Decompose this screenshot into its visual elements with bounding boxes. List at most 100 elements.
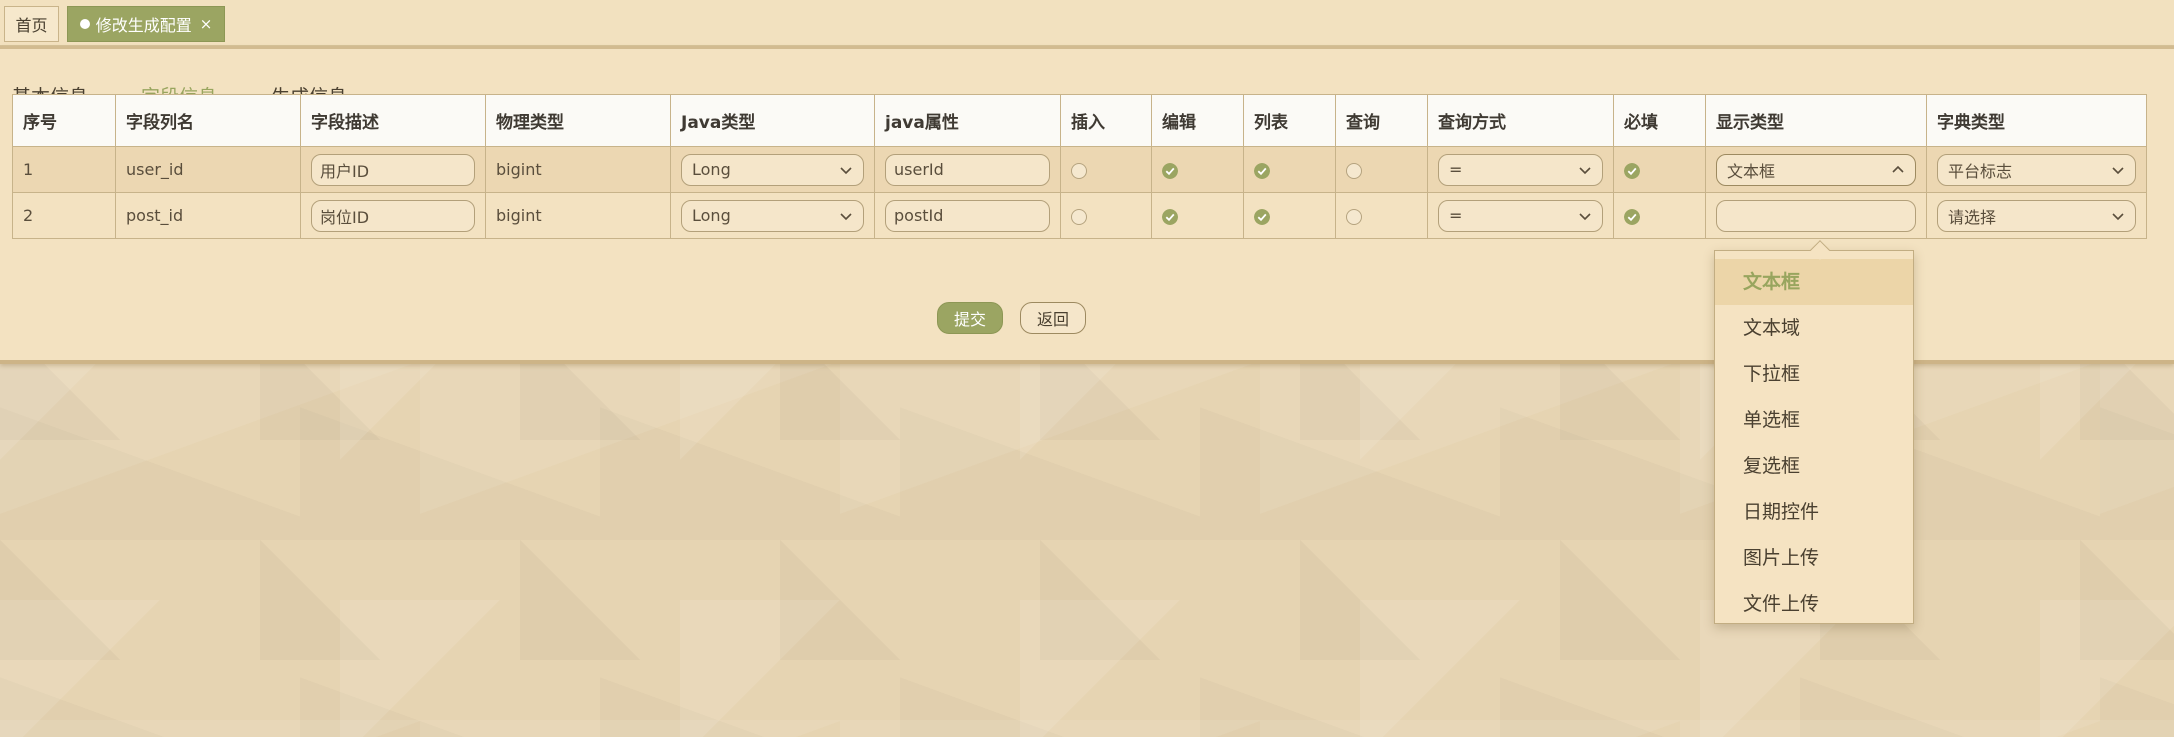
java-type-select[interactable]: Long: [681, 153, 864, 186]
dropdown-option[interactable]: 文本域: [1715, 305, 1913, 351]
chevron-down-icon: [840, 166, 852, 174]
check-circle-icon[interactable]: [1254, 162, 1270, 179]
cell-index: 1: [12, 146, 116, 193]
cell-desc: 用户ID: [300, 146, 486, 193]
dropdown-option[interactable]: 下拉框: [1715, 351, 1913, 397]
cell-java-type: Long: [670, 192, 875, 239]
cell-insert: [1060, 146, 1152, 193]
chevron-down-icon: [1579, 166, 1591, 174]
header-query-type: 查询方式: [1427, 94, 1614, 147]
display-type-value: 文本框: [1727, 161, 1776, 181]
header-physical: 物理类型: [485, 94, 671, 147]
dict-type-value: 平台标志: [1948, 161, 2013, 181]
header-desc: 字段描述: [300, 94, 486, 147]
desc-input[interactable]: 用户ID: [311, 153, 475, 186]
check-circle-icon[interactable]: [1254, 208, 1270, 225]
header-list: 列表: [1243, 94, 1336, 147]
cell-edit: [1151, 192, 1244, 239]
dict-type-select[interactable]: 平台标志: [1937, 153, 2136, 186]
chevron-up-icon: [1892, 165, 1904, 173]
chevron-down-icon: [2112, 166, 2124, 174]
cell-physical: bigint: [485, 146, 671, 193]
dropdown-option[interactable]: 日期控件: [1715, 489, 1913, 535]
desc-input[interactable]: 岗位ID: [311, 199, 475, 232]
java-field-input[interactable]: postId: [885, 199, 1050, 232]
header-display-type: 显示类型: [1705, 94, 1927, 147]
cell-desc: 岗位ID: [300, 192, 486, 239]
cell-java-field: postId: [874, 192, 1061, 239]
dropdown-option[interactable]: 文件上传: [1715, 581, 1913, 627]
cell-list: [1243, 192, 1336, 239]
java-type-value: Long: [692, 160, 731, 179]
tab-edit-gen-config[interactable]: 修改生成配置 ×: [67, 6, 225, 42]
cell-index: 2: [12, 192, 116, 239]
header-java-type: Java类型: [670, 94, 875, 147]
cell-column: user_id: [115, 146, 301, 193]
dropdown-option[interactable]: 文本框: [1715, 259, 1913, 305]
chevron-down-icon: [840, 212, 852, 220]
cell-java-type: Long: [670, 146, 875, 193]
header-index: 序号: [12, 94, 116, 147]
submit-button[interactable]: 提交: [937, 302, 1003, 334]
header-column: 字段列名: [115, 94, 301, 147]
tab-home[interactable]: 首页: [4, 6, 59, 42]
active-dot-icon: [79, 19, 90, 29]
cell-dict-type: 平台标志: [1926, 146, 2147, 193]
dropdown-option[interactable]: 图片上传: [1715, 535, 1913, 581]
cell-edit: [1151, 146, 1244, 193]
tab-active-label: 修改生成配置: [95, 16, 192, 35]
header-query: 查询: [1335, 94, 1428, 147]
tab-home-label: 首页: [15, 16, 48, 35]
table-row: 2 post_id 岗位ID bigint Long postId = 请选择: [12, 192, 2147, 239]
header-edit: 编辑: [1151, 94, 1244, 147]
query-type-value: =: [1449, 206, 1463, 225]
cell-query: [1335, 146, 1428, 193]
display-type-select[interactable]: [1716, 199, 1916, 232]
check-circle-icon[interactable]: [1162, 162, 1178, 179]
dropdown-option[interactable]: 单选框: [1715, 397, 1913, 443]
dict-type-value: 请选择: [1948, 207, 1997, 227]
query-type-select[interactable]: =: [1438, 153, 1603, 186]
java-type-select[interactable]: Long: [681, 199, 864, 232]
check-circle-icon[interactable]: [1162, 208, 1178, 225]
cell-insert: [1060, 192, 1152, 239]
header-java-field: java属性: [874, 94, 1061, 147]
dict-type-select[interactable]: 请选择: [1937, 199, 2136, 232]
query-type-select[interactable]: =: [1438, 199, 1603, 232]
cell-column: post_id: [115, 192, 301, 239]
cell-required: [1613, 192, 1706, 239]
table-row: 1 user_id 用户ID bigint Long userId = 文本框 …: [12, 146, 2147, 193]
insert-checkbox[interactable]: [1071, 208, 1087, 225]
cell-query-type: =: [1427, 192, 1614, 239]
chevron-down-icon: [2112, 212, 2124, 220]
display-type-select[interactable]: 文本框: [1716, 153, 1916, 186]
cell-required: [1613, 146, 1706, 193]
query-checkbox[interactable]: [1346, 162, 1362, 179]
cell-display-type: [1705, 192, 1927, 239]
cell-java-field: userId: [874, 146, 1061, 193]
close-icon[interactable]: ×: [200, 15, 213, 33]
table-header-row: 序号 字段列名 字段描述 物理类型 Java类型 java属性 插入 编辑 列表…: [12, 94, 2147, 147]
back-button[interactable]: 返回: [1020, 302, 1086, 334]
cell-display-type: 文本框: [1705, 146, 1927, 193]
field-table: 序号 字段列名 字段描述 物理类型 Java类型 java属性 插入 编辑 列表…: [12, 94, 2147, 239]
java-field-input[interactable]: userId: [885, 153, 1050, 186]
header-dict-type: 字典类型: [1926, 94, 2147, 147]
java-type-value: Long: [692, 206, 731, 225]
cell-physical: bigint: [485, 192, 671, 239]
dropdown-option[interactable]: 复选框: [1715, 443, 1913, 489]
cell-list: [1243, 146, 1336, 193]
cell-dict-type: 请选择: [1926, 192, 2147, 239]
query-type-value: =: [1449, 160, 1463, 179]
chevron-down-icon: [1579, 212, 1591, 220]
check-circle-icon[interactable]: [1624, 162, 1640, 179]
insert-checkbox[interactable]: [1071, 162, 1087, 179]
cell-query: [1335, 192, 1428, 239]
check-circle-icon[interactable]: [1624, 208, 1640, 225]
query-checkbox[interactable]: [1346, 208, 1362, 225]
cell-query-type: =: [1427, 146, 1614, 193]
tab-bar: 首页 修改生成配置 ×: [0, 0, 2174, 46]
header-insert: 插入: [1060, 94, 1152, 147]
header-required: 必填: [1613, 94, 1706, 147]
display-type-dropdown: 文本框 文本域 下拉框 单选框 复选框 日期控件 图片上传 文件上传: [1714, 240, 1914, 627]
